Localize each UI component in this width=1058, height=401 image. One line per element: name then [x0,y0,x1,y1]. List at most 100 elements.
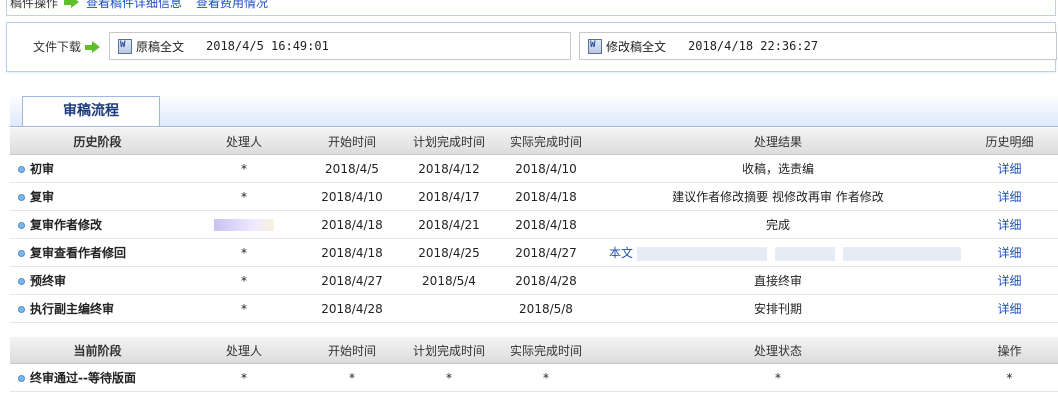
bullet-icon [18,306,25,313]
stage-cell: 执行副主编终审 [10,294,185,323]
stage-name: 初审 [30,162,55,176]
start-cell: 2018/4/28 [303,294,401,323]
stage-name: 复审作者修改 [30,218,103,232]
bullet-icon [18,194,25,201]
stage-cell: 复审查看作者修回 [10,238,185,267]
result-cell[interactable]: 本文 ... [595,238,961,267]
detail-cell: 详细 [961,182,1058,211]
op-cell: * [961,363,1058,392]
table-row: 初审 * 2018/4/5 2018/4/12 2018/4/10 收稿，选责编… [10,154,1058,183]
actual-cell: 2018/5/8 [497,294,595,323]
plan-cell: 2018/4/12 [401,154,497,183]
stage-cell: 初审 [10,154,185,183]
detail-cell: 详细 [961,266,1058,295]
start-cell: * [303,363,401,392]
handler-cell: * [185,363,303,392]
col-header: 历史明细 [961,128,1058,155]
result-cell: 建议作者修改摘要 视修改再审 作者修改 [595,182,961,211]
word-doc-icon [588,38,602,54]
col-header: 开始时间 [303,337,401,364]
col-header: 计划完成时间 [401,337,497,364]
result-cell: 安排刊期 [595,294,961,323]
col-header: 实际完成时间 [497,337,595,364]
start-cell: 2018/4/5 [303,154,401,183]
col-header: 处理状态 [595,337,961,364]
file-time: 2018/4/5 16:49:01 [206,39,329,53]
col-header: 历史阶段 [10,128,185,155]
detail-link[interactable]: 详细 [997,218,1021,232]
redacted-handler [214,219,274,231]
detail-link[interactable]: 详细 [997,274,1021,288]
redacted-text [842,246,961,261]
history-header-row: 历史阶段 处理人 开始时间 计划完成时间 实际完成时间 处理结果 历史明细 [10,128,1058,155]
tab-strip: 审稿流程 [10,94,1058,127]
result-cell: 完成 [595,210,961,239]
col-header: 计划完成时间 [401,128,497,155]
plan-cell: * [401,363,497,392]
arrow-right-icon [64,0,80,8]
tab-review-process[interactable]: 审稿流程 [22,96,160,126]
history-table: 历史阶段 处理人 开始时间 计划完成时间 实际完成时间 处理结果 历史明细 初审… [10,128,1058,323]
actual-cell: 2018/4/10 [497,154,595,183]
detail-cell: 详细 [961,238,1058,267]
col-header: 开始时间 [303,128,401,155]
handler-cell: * [185,238,303,267]
plan-cell: 2018/5/4 [401,266,497,295]
arrow-right-icon [85,40,101,53]
result-cell: 收稿，选责编 [595,154,961,183]
table-row: 执行副主编终审 * 2018/4/28 2018/5/8 安排刊期 详细 [10,294,1058,323]
bullet-icon [18,166,25,173]
table-row: 复审 * 2018/4/10 2018/4/17 2018/4/18 建议作者修… [10,182,1058,211]
col-header: 操作 [961,337,1058,364]
handler-cell: * [185,266,303,295]
col-header: 当前阶段 [10,337,185,364]
ops-row: 稿件操作 查看稿件详细信息 查看费用情况 [10,0,276,12]
download-panel: 文件下载 原稿全文 2018/4/5 16:49:01 修改稿全文 2018/4… [6,22,1057,72]
fee-info-link[interactable]: 查看费用情况 [196,0,268,11]
stage-name: 复审 [30,190,55,204]
detail-cell: 详细 [961,294,1058,323]
bullet-icon [18,375,25,382]
file-time: 2018/4/18 22:36:27 [688,39,819,53]
word-doc-icon [118,38,132,54]
detail-link[interactable]: 详细 [997,190,1021,204]
table-spacer [10,321,1058,338]
stage-cell: 终审通过--等待版面 [10,363,185,392]
result-cell: 直接终审 [595,266,961,295]
revised-file-link[interactable]: 修改稿全文 2018/4/18 22:36:27 [579,32,1057,60]
original-file-link[interactable]: 原稿全文 2018/4/5 16:49:01 [109,32,571,60]
handler-cell: * [185,294,303,323]
current-table: 当前阶段 处理人 开始时间 计划完成时间 实际完成时间 处理状态 操作 终审通过… [10,337,1058,392]
ops-label: 稿件操作 [10,0,59,10]
table-row: 预终审 * 2018/4/27 2018/5/4 2018/4/28 直接终审 … [10,266,1058,295]
actual-cell: 2018/4/18 [497,210,595,239]
stage-name: 执行副主编终审 [30,302,115,316]
detail-link[interactable]: 详细 [997,302,1021,316]
actual-cell: 2018/4/18 [497,182,595,211]
current-header-row: 当前阶段 处理人 开始时间 计划完成时间 实际完成时间 处理状态 操作 [10,337,1058,364]
actual-cell: 2018/4/27 [497,238,595,267]
plan-cell [401,294,497,323]
bullet-icon [18,278,25,285]
actual-cell: * [497,363,595,392]
table-row: 终审通过--等待版面 * * * * * * [10,363,1058,392]
stage-cell: 预终审 [10,266,185,295]
redacted-text [774,246,835,261]
detail-cell: 详细 [961,210,1058,239]
stage-name: 预终审 [30,274,67,288]
handler-cell [185,210,303,239]
manuscript-detail-link[interactable]: 查看稿件详细信息 [86,0,182,11]
detail-link[interactable]: 详细 [997,162,1021,176]
start-cell: 2018/4/18 [303,210,401,239]
detail-link[interactable]: 详细 [997,246,1021,260]
stage-cell: 复审作者修改 [10,210,185,239]
handler-cell: * [185,154,303,183]
result-link[interactable]: 本文 [609,246,633,260]
col-header: 实际完成时间 [497,128,595,155]
redacted-text [636,246,767,261]
bullet-icon [18,222,25,229]
start-cell: 2018/4/27 [303,266,401,295]
file-name: 修改稿全文 [606,39,667,54]
download-label: 文件下载 [33,40,82,54]
plan-cell: 2018/4/25 [401,238,497,267]
